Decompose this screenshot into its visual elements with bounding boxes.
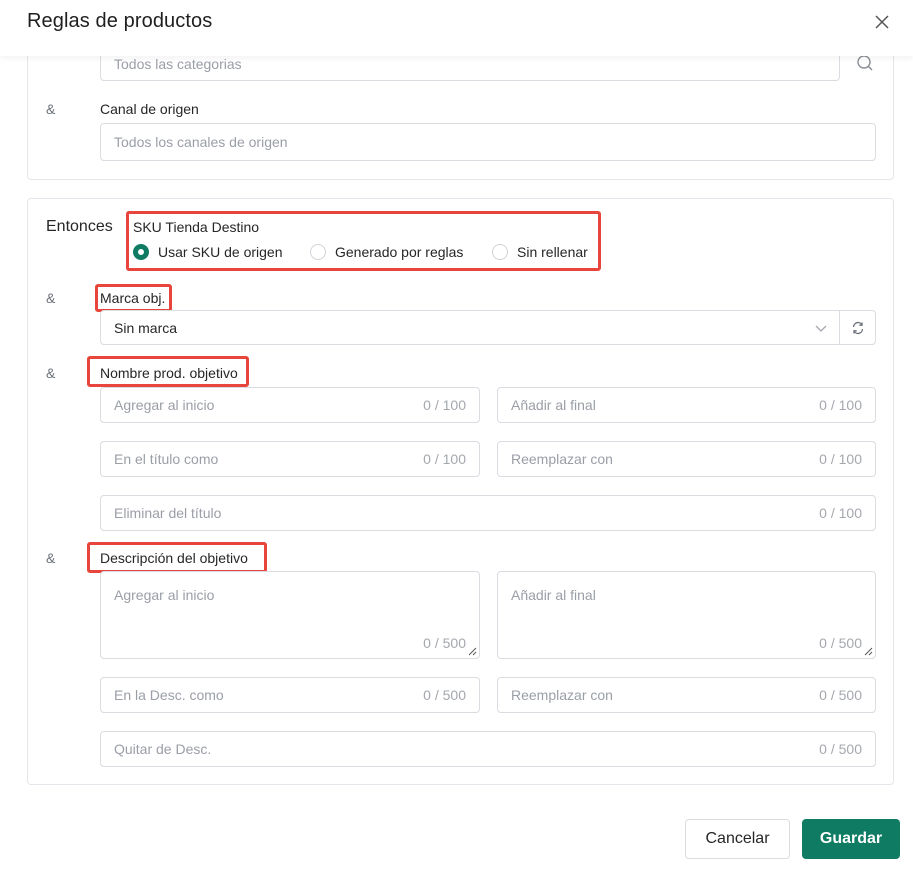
name-remove-input[interactable]: Eliminar del título 0 / 100 (100, 495, 876, 531)
cancel-button[interactable]: Cancelar (685, 819, 790, 859)
name-replace-placeholder: Reemplazar con (511, 451, 613, 467)
radio-label-use-source-sku: Usar SKU de origen (158, 244, 283, 260)
dialog-header: Reglas de productos (0, 0, 913, 56)
radio-generated-by-rules[interactable] (310, 244, 326, 260)
brand-select[interactable]: Sin marca (100, 310, 840, 345)
brand-refresh-button[interactable] (839, 310, 876, 345)
description-suffix-count: 0 / 500 (819, 635, 862, 651)
and-symbol: & (46, 365, 56, 381)
name-suffix-count: 0 / 100 (819, 397, 862, 413)
radio-use-source-sku[interactable] (133, 244, 149, 260)
description-replace-placeholder: Reemplazar con (511, 687, 613, 703)
name-remove-count: 0 / 100 (819, 505, 862, 521)
name-suffix-placeholder: Añadir al final (511, 397, 596, 413)
description-remove-placeholder: Quitar de Desc. (114, 741, 212, 757)
description-replace-input[interactable]: Reemplazar con 0 / 500 (497, 677, 876, 713)
and-symbol: & (46, 550, 56, 566)
channel-placeholder: Todos los canales de origen (114, 134, 288, 150)
target-rules-panel: Entonces SKU Tienda Destino Usar SKU de … (27, 198, 894, 785)
name-remove-placeholder: Eliminar del título (114, 505, 222, 521)
then-label: Entonces (46, 218, 113, 235)
name-replace-count: 0 / 100 (819, 451, 862, 467)
channel-label: Canal de origen (100, 101, 199, 117)
description-remove-count: 0 / 500 (819, 741, 862, 757)
description-find-placeholder: En la Desc. como (114, 687, 224, 703)
name-replace-input[interactable]: Reemplazar con 0 / 100 (497, 441, 876, 477)
name-label: Nombre prod. objetivo (100, 365, 238, 381)
name-find-placeholder: En el título como (114, 451, 219, 467)
description-prefix-textarea[interactable]: Agregar al inicio 0 / 500 (100, 571, 480, 659)
channel-select[interactable]: Todos los canales de origen (100, 123, 876, 161)
name-suffix-input[interactable]: Añadir al final 0 / 100 (497, 387, 876, 423)
description-label: Descripción del objetivo (100, 550, 248, 566)
close-icon[interactable] (872, 12, 892, 32)
and-symbol: & (46, 290, 56, 306)
save-button[interactable]: Guardar (802, 819, 900, 859)
description-suffix-textarea[interactable]: Añadir al final 0 / 500 (497, 571, 876, 659)
brand-value: Sin marca (114, 320, 178, 336)
resize-handle-icon[interactable] (864, 647, 873, 656)
radio-label-generated-by-rules: Generado por reglas (335, 244, 464, 260)
sku-title: SKU Tienda Destino (133, 219, 260, 235)
source-conditions-panel: Todos las categorias & Canal de origen T… (27, 40, 894, 180)
radio-label-leave-empty: Sin rellenar (517, 244, 588, 260)
name-find-input[interactable]: En el título como 0 / 100 (100, 441, 480, 477)
chevron-down-icon (815, 325, 827, 332)
description-prefix-count: 0 / 500 (423, 635, 466, 651)
and-symbol: & (46, 101, 56, 117)
name-prefix-placeholder: Agregar al inicio (114, 397, 215, 413)
radio-leave-empty[interactable] (492, 244, 508, 260)
description-prefix-placeholder: Agregar al inicio (114, 587, 215, 603)
refresh-icon (852, 321, 864, 335)
name-prefix-count: 0 / 100 (423, 397, 466, 413)
description-remove-input[interactable]: Quitar de Desc. 0 / 500 (100, 731, 876, 767)
category-search-icon[interactable] (856, 54, 874, 72)
description-find-input[interactable]: En la Desc. como 0 / 500 (100, 677, 480, 713)
description-replace-count: 0 / 500 (819, 687, 862, 703)
category-placeholder: Todos las categorias (114, 56, 242, 72)
description-suffix-placeholder: Añadir al final (511, 587, 596, 603)
resize-handle-icon[interactable] (468, 647, 477, 656)
dialog-title: Reglas de productos (27, 10, 213, 32)
name-prefix-input[interactable]: Agregar al inicio 0 / 100 (100, 387, 480, 423)
description-find-count: 0 / 500 (423, 687, 466, 703)
name-find-count: 0 / 100 (423, 451, 466, 467)
brand-label: Marca obj. (100, 290, 166, 306)
